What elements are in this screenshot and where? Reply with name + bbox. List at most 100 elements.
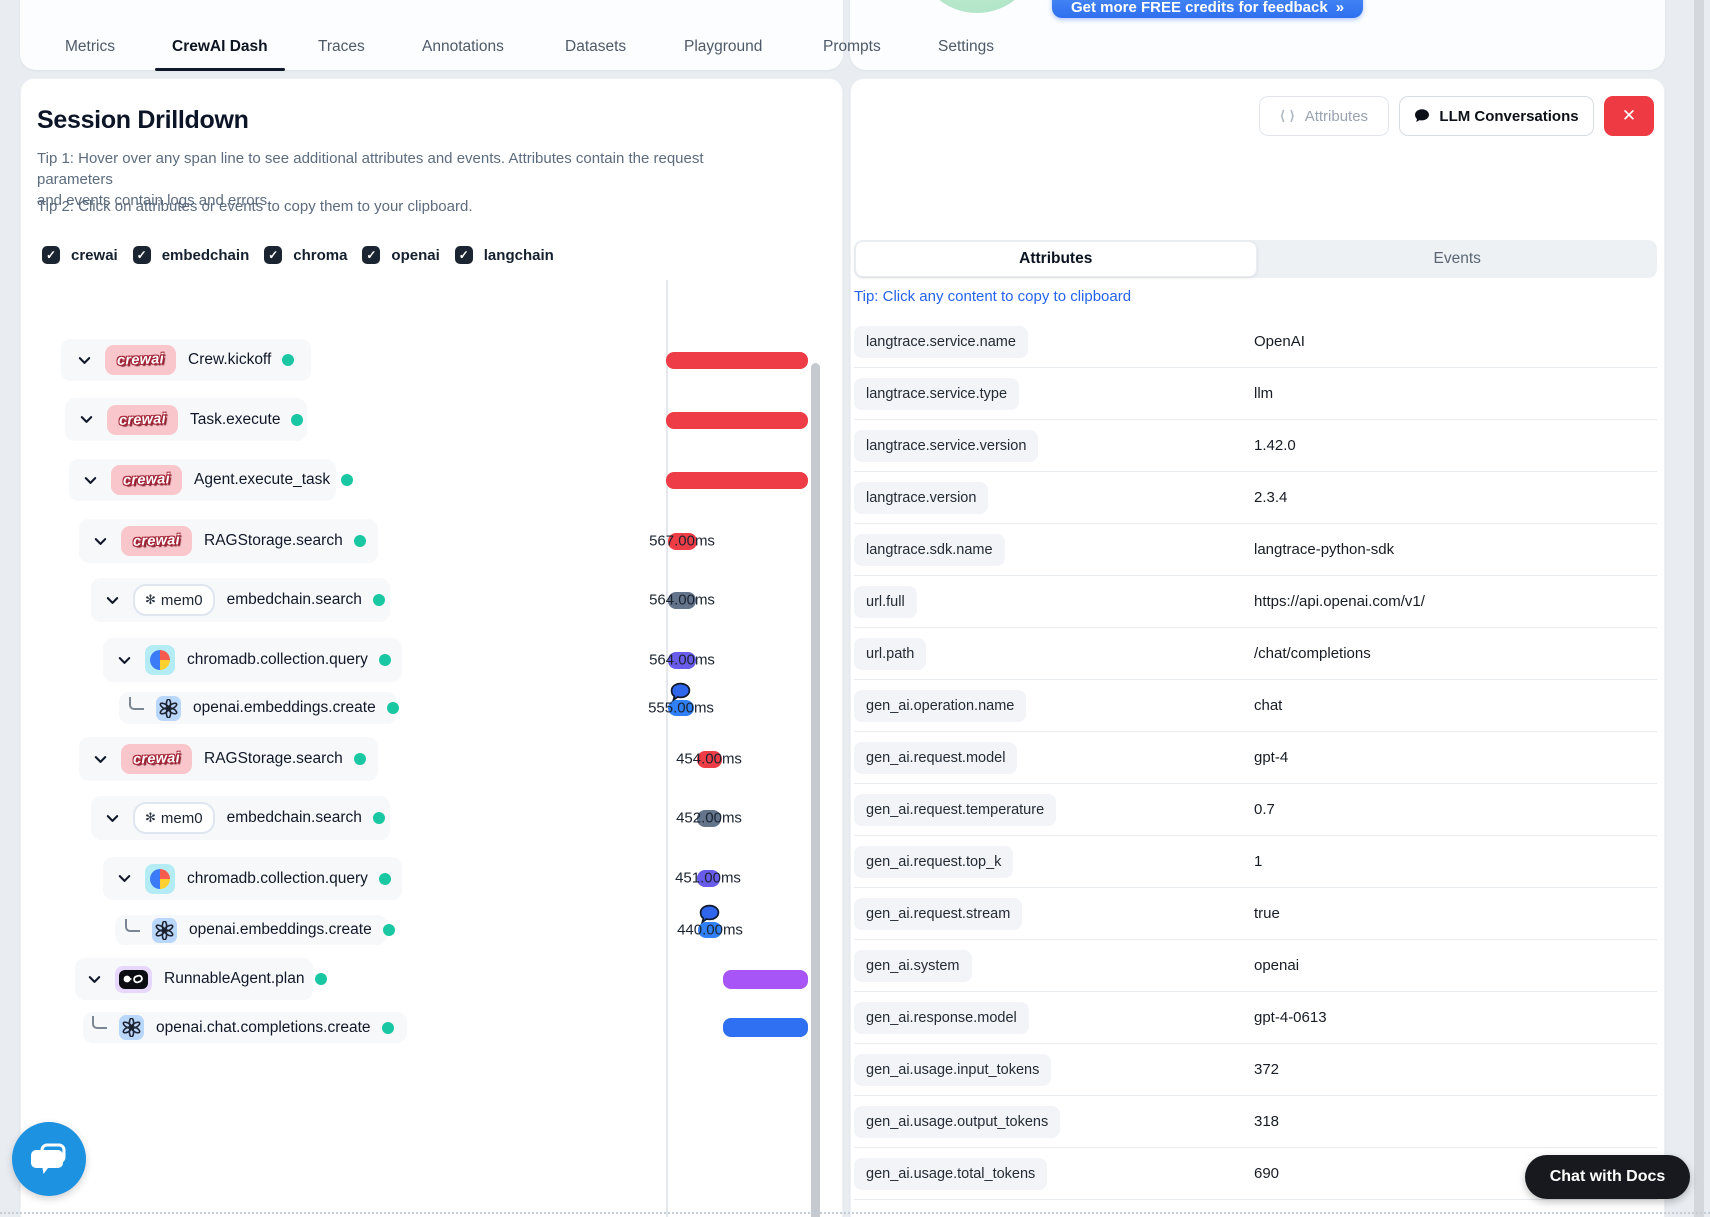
attribute-value[interactable]: chat xyxy=(1254,697,1282,714)
attribute-key[interactable]: langtrace.service.version xyxy=(854,429,1039,462)
expand-toggle[interactable] xyxy=(93,534,108,549)
chevron-down-icon[interactable] xyxy=(79,412,94,427)
span-row-Crew.kickoff[interactable]: crewai Crew.kickoff xyxy=(61,339,311,381)
attribute-key[interactable]: langtrace.sdk.name xyxy=(854,533,1005,566)
attribute-value[interactable]: 2.3.4 xyxy=(1254,489,1287,506)
attribute-value[interactable]: true xyxy=(1254,905,1280,922)
filter-chroma[interactable]: ✓ chroma xyxy=(264,246,347,264)
attribute-value[interactable]: 1 xyxy=(1254,853,1262,870)
checkbox-checked[interactable]: ✓ xyxy=(362,246,381,264)
attribute-key[interactable]: langtrace.service.type xyxy=(854,377,1020,410)
tab-attributes[interactable]: Attributes xyxy=(855,241,1257,277)
chat-with-docs-button[interactable]: Chat with Docs xyxy=(1525,1155,1690,1199)
span-bar-Task.execute[interactable] xyxy=(666,411,808,429)
tab-prompts[interactable]: Prompts xyxy=(823,38,881,56)
attribute-value[interactable]: langtrace-python-sdk xyxy=(1254,541,1394,558)
expand-toggle[interactable] xyxy=(105,593,120,608)
span-row-chromadb.collection.query[interactable]: chromadb.collection.query xyxy=(103,857,402,900)
span-bar-openai.chat.completions.create[interactable] xyxy=(723,1017,808,1037)
chevron-down-icon[interactable] xyxy=(83,473,98,488)
expand-toggle[interactable] xyxy=(87,972,102,987)
tab-playground[interactable]: Playground xyxy=(684,38,762,56)
expand-toggle[interactable] xyxy=(77,353,92,368)
filter-embedchain[interactable]: ✓ embedchain xyxy=(132,246,249,264)
attribute-key[interactable]: gen_ai.usage.output_tokens xyxy=(854,1105,1061,1138)
span-row-Task.execute[interactable]: crewai Task.execute xyxy=(65,398,307,441)
span-bar-Crew.kickoff[interactable] xyxy=(666,351,808,369)
chat-launcher-button[interactable] xyxy=(12,1122,86,1196)
expand-toggle[interactable] xyxy=(79,412,94,427)
span-row-chromadb.collection.query[interactable]: chromadb.collection.query xyxy=(103,638,402,682)
span-row-RAGStorage.search[interactable]: crewai RAGStorage.search xyxy=(79,519,378,563)
attribute-key[interactable]: gen_ai.request.stream xyxy=(854,897,1023,930)
tab-traces[interactable]: Traces xyxy=(318,38,365,56)
tab-metrics[interactable]: Metrics xyxy=(65,38,115,56)
chevron-down-icon[interactable] xyxy=(87,972,102,987)
expand-toggle[interactable] xyxy=(83,473,98,488)
attribute-value[interactable]: https://api.openai.com/v1/ xyxy=(1254,593,1425,610)
span-row-RAGStorage.search[interactable]: crewai RAGStorage.search xyxy=(79,737,378,781)
attribute-value[interactable]: gpt-4 xyxy=(1254,749,1288,766)
filter-openai[interactable]: ✓ openai xyxy=(362,246,440,264)
tab-events[interactable]: Events xyxy=(1258,240,1658,278)
attribute-key[interactable]: gen_ai.usage.input_tokens xyxy=(854,1053,1052,1086)
span-row-Agent.execute_task[interactable]: crewai Agent.execute_task xyxy=(69,459,354,501)
span-row-RunnableAgent.plan[interactable]: RunnableAgent.plan xyxy=(75,958,328,1000)
expand-toggle[interactable] xyxy=(105,811,120,826)
checkbox-checked[interactable]: ✓ xyxy=(264,246,283,264)
span-bar-RunnableAgent.plan[interactable] xyxy=(723,969,808,989)
chevron-down-icon[interactable] xyxy=(105,811,120,826)
left-panel-scrollbar[interactable] xyxy=(811,363,820,1217)
tab-crewai-dash[interactable]: CrewAI Dash xyxy=(172,38,268,56)
attribute-key[interactable]: gen_ai.request.top_k xyxy=(854,845,1014,878)
attribute-key[interactable]: url.full xyxy=(854,585,917,618)
span-row-openai.embeddings.create[interactable]: openai.embeddings.create xyxy=(115,915,395,945)
expand-toggle[interactable] xyxy=(117,653,132,668)
close-button[interactable]: ✕ xyxy=(1604,96,1654,136)
attribute-value[interactable]: gpt-4-0613 xyxy=(1254,1009,1327,1026)
span-row-embedchain.search[interactable]: ✻ mem0 embedchain.search xyxy=(91,578,390,622)
tab-settings[interactable]: Settings xyxy=(938,38,994,56)
credits-button[interactable]: Get more FREE credits for feedback » xyxy=(1052,0,1363,18)
span-row-openai.chat.completions.create[interactable]: openai.chat.completions.create xyxy=(83,1012,407,1043)
chevron-down-icon[interactable] xyxy=(93,534,108,549)
span-bar-Agent.execute_task[interactable] xyxy=(666,471,808,489)
attribute-value[interactable]: llm xyxy=(1254,385,1273,402)
attribute-value[interactable]: openai xyxy=(1254,957,1299,974)
chevron-down-icon[interactable] xyxy=(77,353,92,368)
expand-toggle[interactable] xyxy=(117,871,132,886)
attribute-key[interactable]: gen_ai.request.model xyxy=(854,741,1018,774)
chevron-down-icon[interactable] xyxy=(117,653,132,668)
attribute-key[interactable]: langtrace.version xyxy=(854,481,989,514)
checkbox-checked[interactable]: ✓ xyxy=(454,246,473,264)
chevron-down-icon[interactable] xyxy=(93,752,108,767)
attribute-value[interactable]: OpenAI xyxy=(1254,333,1305,350)
attribute-value[interactable]: 318 xyxy=(1254,1113,1279,1130)
tab-datasets[interactable]: Datasets xyxy=(565,38,626,56)
attribute-key[interactable]: url.path xyxy=(854,637,927,670)
filter-langchain[interactable]: ✓ langchain xyxy=(454,246,554,264)
expand-toggle[interactable] xyxy=(93,752,108,767)
attributes-code-button[interactable]: ⟨ ⟩ Attributes xyxy=(1259,96,1389,136)
attribute-key[interactable]: gen_ai.operation.name xyxy=(854,689,1027,722)
tab-annotations[interactable]: Annotations xyxy=(422,38,504,56)
attribute-key[interactable]: gen_ai.request.temperature xyxy=(854,793,1057,826)
chevron-down-icon[interactable] xyxy=(117,871,132,886)
attribute-value[interactable]: 690 xyxy=(1254,1165,1279,1182)
attribute-value[interactable]: /chat/completions xyxy=(1254,645,1371,662)
span-row-openai.embeddings.create[interactable]: openai.embeddings.create xyxy=(119,692,399,724)
attribute-value[interactable]: 0.7 xyxy=(1254,801,1275,818)
checkbox-checked[interactable]: ✓ xyxy=(132,246,151,264)
page-scrollbar[interactable] xyxy=(1694,0,1704,1217)
llm-conversations-button[interactable]: LLM Conversations xyxy=(1399,96,1594,136)
attribute-value[interactable]: 372 xyxy=(1254,1061,1279,1078)
attribute-key[interactable]: gen_ai.response.model xyxy=(854,1001,1029,1034)
attribute-key[interactable]: gen_ai.system xyxy=(854,949,972,982)
span-row-embedchain.search[interactable]: ✻ mem0 embedchain.search xyxy=(91,796,390,840)
chevron-down-icon[interactable] xyxy=(105,593,120,608)
attribute-key[interactable]: langtrace.service.name xyxy=(854,325,1028,358)
attribute-value[interactable]: 1.42.0 xyxy=(1254,437,1296,454)
filter-crewai[interactable]: ✓ crewai xyxy=(42,246,118,264)
checkbox-checked[interactable]: ✓ xyxy=(42,246,60,264)
attribute-key[interactable]: gen_ai.usage.total_tokens xyxy=(854,1157,1048,1190)
